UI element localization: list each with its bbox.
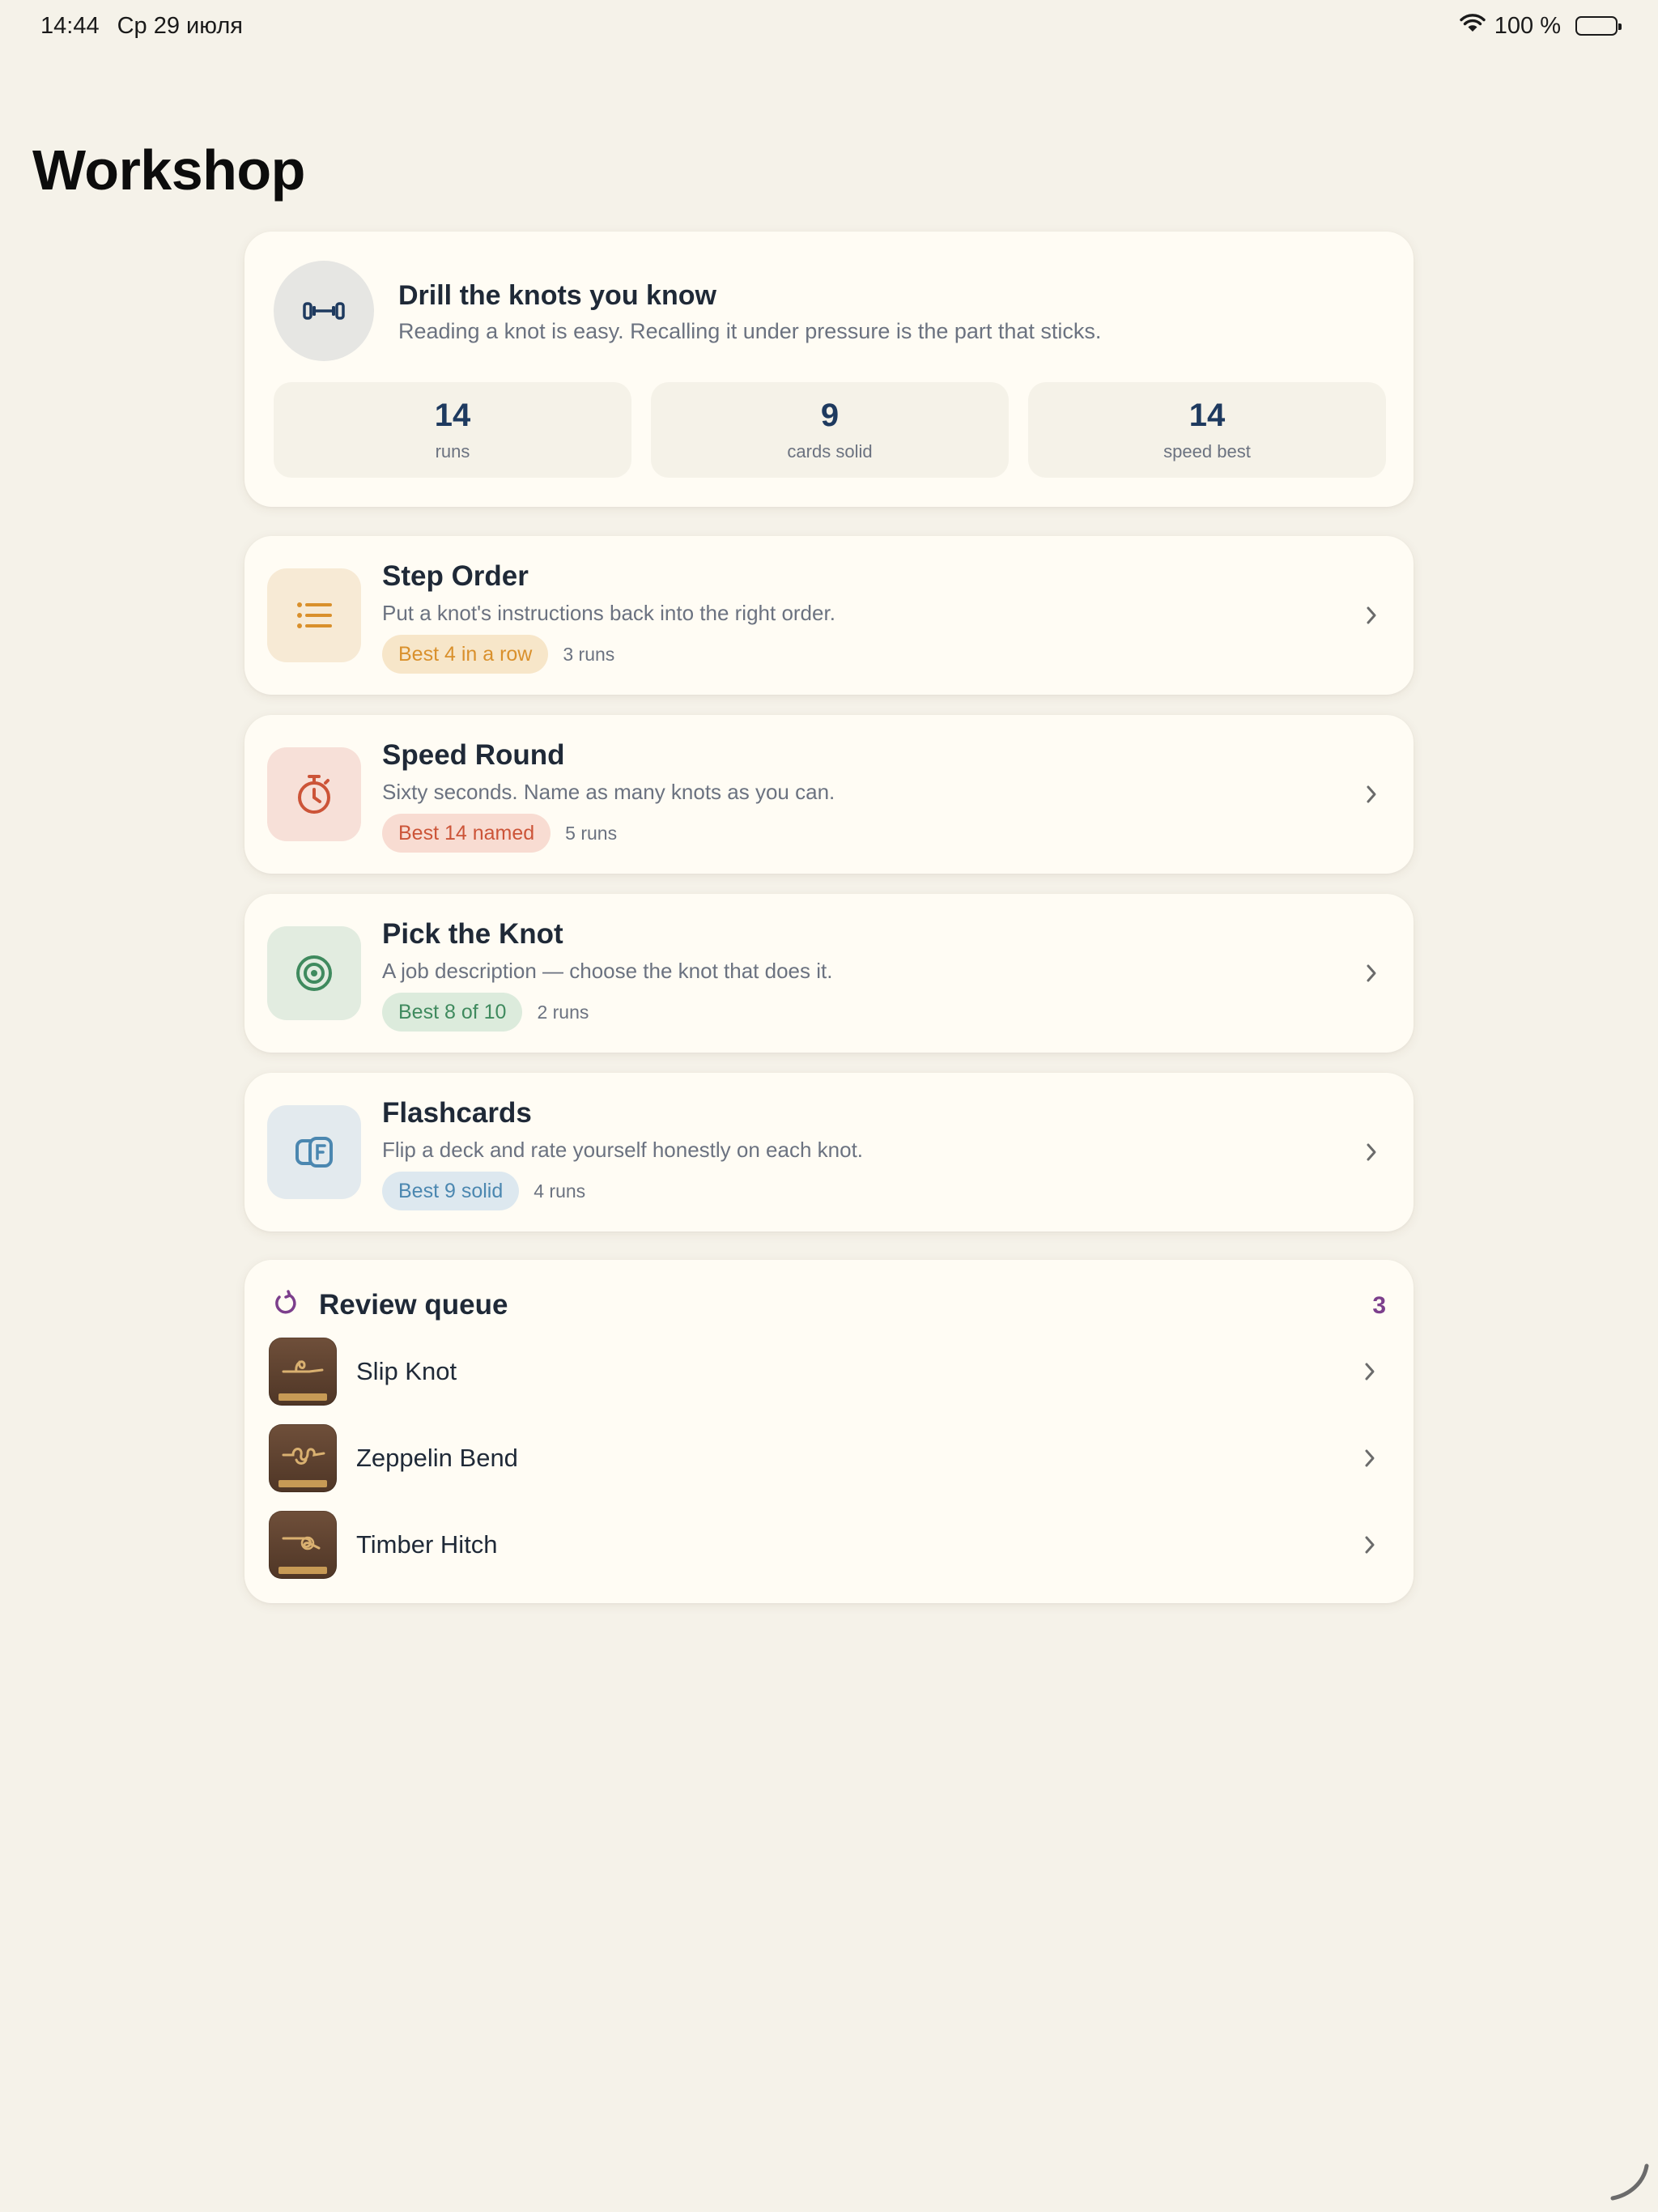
knot-thumbnail — [269, 1338, 337, 1406]
activity-speed-round[interactable]: Speed Round Sixty seconds. Name as many … — [244, 715, 1414, 874]
review-count-badge: 3 — [1372, 1292, 1386, 1319]
corner-indicator-icon — [1608, 2159, 1652, 2207]
best-badge: Best 4 in a row — [382, 635, 549, 674]
activity-description: Put a knot's instructions back into the … — [382, 601, 835, 625]
hero-card: Drill the knots you know Reading a knot … — [244, 232, 1414, 507]
status-time: 14:44 — [40, 12, 100, 39]
status-bar: 14:44 Ср 29 июля 100 % — [0, 0, 1658, 52]
best-badge: Best 14 named — [382, 814, 551, 853]
queue-item-timber-hitch[interactable]: Timber Hitch — [269, 1511, 1389, 1579]
stat-value: 14 — [434, 398, 471, 433]
stat-label: speed best — [1163, 441, 1251, 462]
activity-title: Pick the Knot — [382, 918, 563, 950]
activity-step-order[interactable]: Step Order Put a knot's instructions bac… — [244, 536, 1414, 695]
dumbbell-icon — [274, 261, 374, 361]
stat-runs: 14 runs — [274, 382, 631, 478]
target-icon — [267, 926, 361, 1020]
activity-flashcards[interactable]: Flashcards Flip a deck and rate yourself… — [244, 1073, 1414, 1231]
best-badge: Best 8 of 10 — [382, 993, 523, 1032]
activity-description: A job description — choose the knot that… — [382, 959, 833, 983]
status-date: Ср 29 июля — [117, 12, 243, 39]
queue-item-label: Zeppelin Bend — [356, 1444, 518, 1472]
activity-description: Sixty seconds. Name as many knots as you… — [382, 780, 835, 804]
knot-thumbnail — [269, 1511, 337, 1579]
runs-count: 4 runs — [534, 1180, 586, 1202]
activity-title: Flashcards — [382, 1097, 532, 1129]
chevron-right-icon — [1358, 1360, 1381, 1383]
page-title: Workshop — [32, 138, 305, 202]
battery-icon — [1575, 16, 1622, 36]
chevron-right-icon — [1358, 1534, 1381, 1556]
activity-description: Flip a deck and rate yourself honestly o… — [382, 1138, 864, 1162]
queue-item-zeppelin-bend[interactable]: Zeppelin Bend — [269, 1424, 1389, 1492]
stopwatch-icon — [267, 747, 361, 841]
knot-thumbnail — [269, 1424, 337, 1492]
stat-label: cards solid — [787, 441, 873, 462]
queue-item-label: Slip Knot — [356, 1357, 457, 1385]
battery-percent: 100 % — [1494, 12, 1561, 39]
activity-pick-the-knot[interactable]: Pick the Knot A job description — choose… — [244, 894, 1414, 1053]
chevron-right-icon — [1358, 1447, 1381, 1470]
chevron-right-icon — [1360, 783, 1383, 806]
review-queue-title: Review queue — [319, 1289, 508, 1321]
review-queue-card: Review queue 3 Slip Knot Zeppelin Bend T… — [244, 1260, 1414, 1603]
runs-count: 3 runs — [563, 643, 615, 665]
activity-title: Speed Round — [382, 739, 565, 771]
hero-title: Drill the knots you know — [398, 280, 716, 311]
refresh-icon — [272, 1289, 300, 1321]
best-badge: Best 9 solid — [382, 1172, 520, 1210]
stat-speed-best: 14 speed best — [1028, 382, 1386, 478]
wifi-icon — [1459, 12, 1486, 40]
stat-value: 14 — [1188, 398, 1226, 433]
stat-cards-solid: 9 cards solid — [651, 382, 1009, 478]
queue-item-label: Timber Hitch — [356, 1530, 498, 1559]
activity-title: Step Order — [382, 560, 529, 592]
chevron-right-icon — [1360, 1141, 1383, 1163]
chevron-right-icon — [1360, 604, 1383, 627]
runs-count: 2 runs — [537, 1001, 589, 1023]
stat-value: 9 — [820, 398, 840, 433]
stat-label: runs — [435, 441, 470, 462]
flashcards-icon — [267, 1105, 361, 1199]
queue-item-slip-knot[interactable]: Slip Knot — [269, 1338, 1389, 1406]
hero-subtitle: Reading a knot is easy. Recalling it und… — [398, 319, 1102, 343]
list-icon — [267, 568, 361, 662]
stats-row: 14 runs 9 cards solid 14 speed best — [274, 382, 1386, 478]
runs-count: 5 runs — [565, 822, 618, 844]
chevron-right-icon — [1360, 962, 1383, 985]
